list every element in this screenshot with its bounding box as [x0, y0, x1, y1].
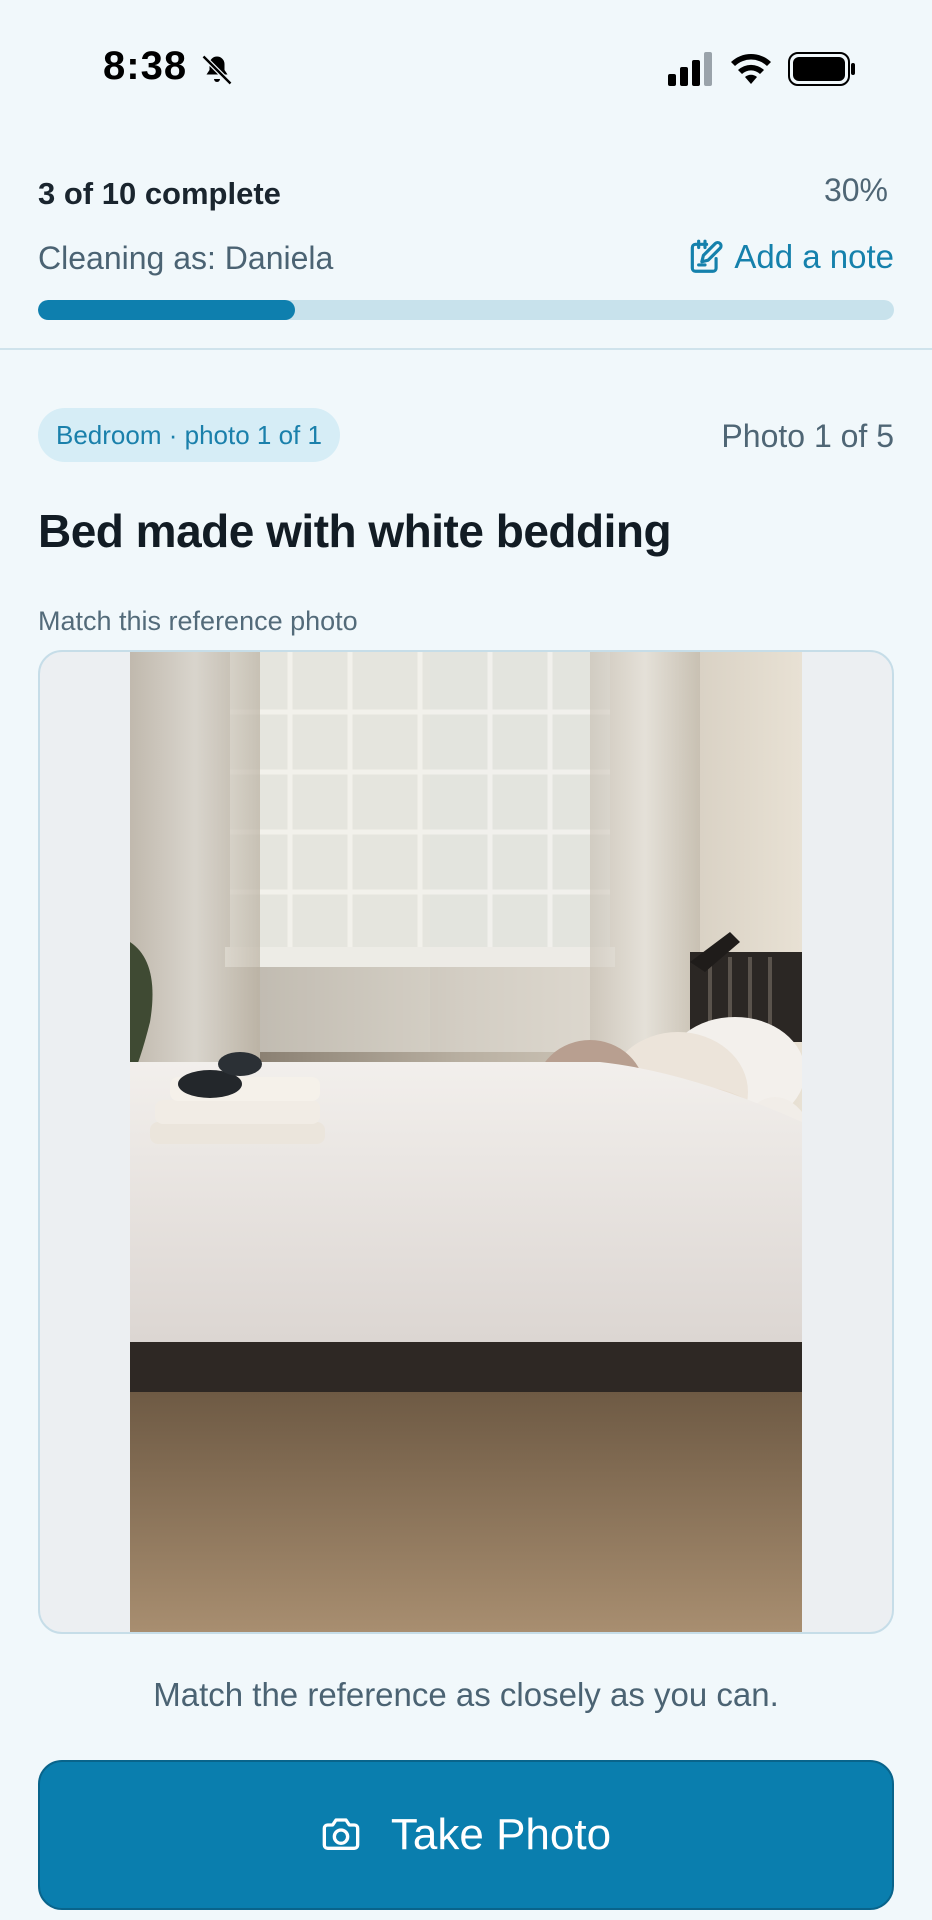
room-chip: Bedroom · photo 1 of 1 — [38, 408, 340, 462]
take-photo-button[interactable]: Take Photo — [38, 1760, 894, 1910]
reference-photo — [130, 652, 802, 1632]
cleaner-name: Cleaning as: Daniela — [38, 240, 334, 276]
task-title: Bed made with white bedding — [38, 505, 672, 557]
camera-icon — [322, 1818, 360, 1850]
add-note-button[interactable]: Add a note — [686, 238, 894, 276]
room-chip-label: Bedroom · photo 1 of 1 — [56, 419, 322, 450]
signal-icon — [668, 52, 712, 86]
note-edit-icon — [691, 239, 723, 273]
take-photo-label: Take Photo — [390, 1810, 612, 1859]
photo-counter: Photo 1 of 5 — [721, 418, 894, 454]
progress-bar — [38, 300, 894, 320]
status-time: 8:38 — [103, 44, 188, 88]
wifi-icon — [731, 54, 771, 84]
battery-icon — [788, 52, 855, 86]
hint-text: Match the reference as closely as you ca… — [153, 1676, 779, 1713]
bell-off-icon — [201, 54, 233, 86]
completion-count: 3 of 10 complete — [38, 176, 281, 211]
status-bar: 8:38 — [0, 0, 932, 120]
header-divider — [0, 348, 932, 350]
progress-bar-fill — [38, 300, 295, 320]
add-note-label: Add a note — [734, 238, 894, 275]
completion-percent: 30% — [823, 172, 888, 208]
reference-photo-frame — [38, 650, 894, 1634]
reference-label: Match this reference photo — [38, 606, 358, 636]
